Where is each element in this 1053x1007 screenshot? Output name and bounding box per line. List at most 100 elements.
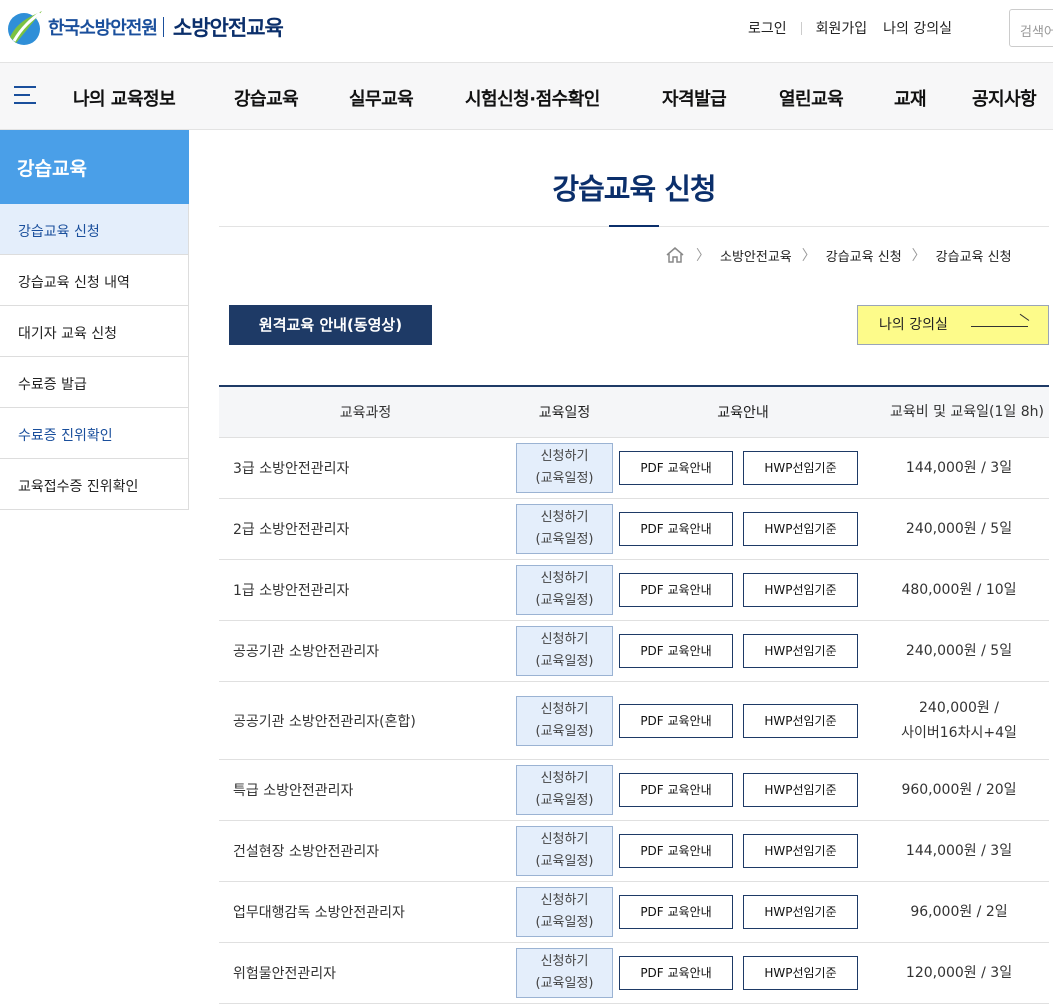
my-classroom-label: 나의 강의실 xyxy=(879,317,948,333)
apply-label: 신청하기 xyxy=(540,449,589,464)
column-header: 교육일정 xyxy=(538,405,591,421)
page-title: 강습교육 신청 xyxy=(552,172,716,206)
course-fee: 240,000원 / 5일 xyxy=(869,639,1049,664)
gnb-item-my-education[interactable]: 나의 교육정보 xyxy=(73,85,176,111)
logo-divider xyxy=(162,17,164,37)
pdf-guide-button[interactable]: PDF 교육안내 xyxy=(619,573,733,607)
fee-text: 960,000원 / 20일 xyxy=(901,781,1017,798)
apply-schedule-button[interactable]: 신청하기 (교육일정) xyxy=(516,765,613,815)
pdf-guide-button[interactable]: PDF 교육안내 xyxy=(619,834,733,868)
course-fee: 120,000원 / 3일 xyxy=(869,961,1049,986)
apply-sublabel: (교육일정) xyxy=(535,471,594,486)
course-name: 특급 소방안전관리자 xyxy=(233,783,354,799)
table-row: 공공기관 소방안전관리자(혼합) 신청하기 (교육일정) PDF 교육안내 HWP선임기… xyxy=(219,682,1049,760)
menu-icon[interactable] xyxy=(14,86,36,106)
course-name: 2급 소방안전관리자 xyxy=(233,522,350,538)
apply-schedule-button[interactable]: 신청하기 (교육일정) xyxy=(516,626,613,676)
gnb-item-lecture-education[interactable]: 강습교육 xyxy=(234,85,299,111)
gnb-item-notice[interactable]: 공지사항 xyxy=(972,85,1037,111)
hwp-criteria-button[interactable]: HWP선임기준 xyxy=(743,512,858,546)
apply-label: 신청하기 xyxy=(540,771,589,786)
gnb-item-practical-education[interactable]: 실무교육 xyxy=(349,85,414,111)
chevron-right-icon: 〉 xyxy=(801,248,816,264)
sidebar: 강습교육 강습교육 신청 강습교육 신청 내역 대기자 교육 신청 수료증 발급… xyxy=(0,130,189,510)
column-header: 교육비 및 교육일(1일 8h) xyxy=(889,403,1044,420)
gnb-item-certificate[interactable]: 자격발급 xyxy=(662,85,727,111)
sidebar-item-apply[interactable]: 강습교육 신청 xyxy=(0,204,189,255)
sidebar-item-certificate-verify[interactable]: 수료증 진위확인 xyxy=(0,408,189,459)
hwp-criteria-button[interactable]: HWP선임기준 xyxy=(743,573,858,607)
main-navigation: 나의 교육정보 강습교육 실무교육 시험신청·점수확인 자격발급 열린교육 교재… xyxy=(0,62,1053,130)
search-input[interactable]: 검색어 xyxy=(1009,9,1053,47)
fee-text: 240,000원 / xyxy=(919,699,999,716)
apply-sublabel: (교육일정) xyxy=(535,854,594,869)
course-fee: 144,000원 / 3일 xyxy=(869,839,1049,864)
remote-education-video-button[interactable]: 원격교육 안내(동영상) xyxy=(229,305,432,345)
course-name: 건설현장 소방안전관리자 xyxy=(233,844,380,860)
site-logo[interactable]: 한국소방안전원 소방안전교육 xyxy=(4,7,284,47)
table-body: 3급 소방안전관리자 신청하기 (교육일정) PDF 교육안내 HWP선임기준 144,0… xyxy=(219,438,1049,1004)
pdf-guide-button[interactable]: PDF 교육안내 xyxy=(619,773,733,807)
gnb-item-textbook[interactable]: 교재 xyxy=(894,85,927,111)
course-fee: 240,000원 / 사이버16차시+4일 xyxy=(869,696,1049,746)
fee-text: 96,000원 / 2일 xyxy=(910,903,1008,920)
apply-sublabel: (교육일정) xyxy=(535,654,594,669)
apply-label: 신청하기 xyxy=(540,832,589,847)
course-fee: 240,000원 / 5일 xyxy=(869,517,1049,542)
apply-schedule-button[interactable]: 신청하기 (교육일정) xyxy=(516,948,613,998)
gnb-item-open-education[interactable]: 열린교육 xyxy=(779,85,844,111)
apply-schedule-button[interactable]: 신청하기 (교육일정) xyxy=(516,504,613,554)
table-row: 특급 소방안전관리자 신청하기 (교육일정) PDF 교육안내 HWP선임기준 960,0… xyxy=(219,760,1049,821)
pdf-guide-button[interactable]: PDF 교육안내 xyxy=(619,703,733,738)
breadcrumb-item[interactable]: 소방안전교육 xyxy=(720,246,792,265)
my-classroom-button[interactable]: 나의 강의실 xyxy=(857,305,1049,345)
fee-text: 144,000원 / 3일 xyxy=(905,459,1013,476)
my-classroom-link[interactable]: 나의 강의실 xyxy=(883,18,952,38)
hwp-criteria-button[interactable]: HWP선임기준 xyxy=(743,703,858,738)
chevron-right-icon: 〉 xyxy=(696,248,710,264)
sidebar-title: 강습교육 xyxy=(0,130,189,204)
fee-subtext: 사이버16차시+4일 xyxy=(901,724,1017,741)
hwp-criteria-button[interactable]: HWP선임기준 xyxy=(743,634,858,668)
table-row: 2급 소방안전관리자 신청하기 (교육일정) PDF 교육안내 HWP선임기준 240,0… xyxy=(219,499,1049,560)
apply-schedule-button[interactable]: 신청하기 (교육일정) xyxy=(516,826,613,876)
pdf-guide-button[interactable]: PDF 교육안내 xyxy=(619,451,733,485)
apply-sublabel: (교육일정) xyxy=(535,593,594,608)
gnb-item-exam[interactable]: 시험신청·점수확인 xyxy=(465,85,600,111)
apply-schedule-button[interactable]: 신청하기 (교육일정) xyxy=(516,887,613,937)
hwp-criteria-button[interactable]: HWP선임기준 xyxy=(743,773,858,807)
chevron-right-icon: 〉 xyxy=(911,248,926,264)
hwp-criteria-button[interactable]: HWP선임기준 xyxy=(743,895,858,929)
breadcrumb-item[interactable]: 강습교육 신청 xyxy=(826,246,902,265)
hwp-criteria-button[interactable]: HWP선임기준 xyxy=(743,834,858,868)
sidebar-item-apply-history[interactable]: 강습교육 신청 내역 xyxy=(0,255,189,306)
apply-sublabel: (교육일정) xyxy=(535,723,594,739)
course-name: 3급 소방안전관리자 xyxy=(233,461,350,477)
fee-text: 144,000원 / 3일 xyxy=(905,842,1013,859)
column-header: 교육안내 xyxy=(717,405,769,421)
hwp-criteria-button[interactable]: HWP선임기준 xyxy=(743,956,858,990)
logo-mark-icon xyxy=(8,11,42,45)
sidebar-item-receipt-verify[interactable]: 교육접수증 진위확인 xyxy=(0,459,189,510)
apply-schedule-button[interactable]: 신청하기 (교육일정) xyxy=(516,565,613,615)
pdf-guide-button[interactable]: PDF 교육안내 xyxy=(619,634,733,668)
sidebar-item-waitlist[interactable]: 대기자 교육 신청 xyxy=(0,306,189,357)
sidebar-item-certificate-issue[interactable]: 수료증 발급 xyxy=(0,357,189,408)
pdf-guide-button[interactable]: PDF 교육안내 xyxy=(619,895,733,929)
apply-schedule-button[interactable]: 신청하기 (교육일정) xyxy=(516,695,613,746)
breadcrumb: 〉 소방안전교육 〉 강습교육 신청 〉 강습교육 신청 xyxy=(664,245,1012,265)
apply-label: 신청하기 xyxy=(540,571,589,586)
pdf-guide-button[interactable]: PDF 교육안내 xyxy=(619,512,733,546)
table-row: 1급 소방안전관리자 신청하기 (교육일정) PDF 교육안내 HWP선임기준 480,0… xyxy=(219,560,1049,621)
pdf-guide-button[interactable]: PDF 교육안내 xyxy=(619,956,733,990)
apply-schedule-button[interactable]: 신청하기 (교육일정) xyxy=(516,443,613,493)
login-link[interactable]: 로그인 xyxy=(748,18,787,38)
course-name: 위험물안전관리자 xyxy=(233,966,337,982)
signup-link[interactable]: 회원가입 xyxy=(816,18,868,38)
course-name: 공공기관 소방안전관리자 xyxy=(233,644,380,660)
hwp-criteria-button[interactable]: HWP선임기준 xyxy=(743,451,858,485)
home-icon[interactable] xyxy=(664,246,686,264)
logo-org-name: 한국소방안전원 xyxy=(48,18,158,39)
fee-text: 240,000원 / 5일 xyxy=(905,520,1013,537)
table-row: 위험물안전관리자 신청하기 (교육일정) PDF 교육안내 HWP선임기준 120,000… xyxy=(219,943,1049,1004)
